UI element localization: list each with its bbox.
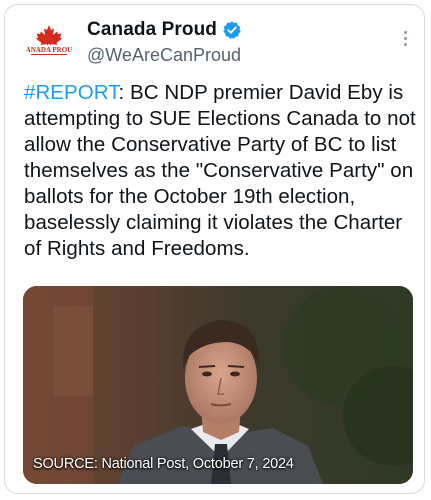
- tweet-header: CANADA PROUD Canada Proud @WeAreCanProud: [5, 5, 424, 75]
- display-name[interactable]: Canada Proud: [87, 19, 217, 41]
- tweet-card[interactable]: CANADA PROUD Canada Proud @WeAreCanProud…: [4, 4, 425, 494]
- more-options-icon[interactable]: [402, 31, 408, 51]
- media-caption: SOURCE: National Post, October 7, 2024: [33, 456, 294, 472]
- author-info: Canada Proud @WeAreCanProud: [87, 18, 242, 66]
- avatar[interactable]: CANADA PROUD: [25, 19, 73, 67]
- verified-badge-icon: [222, 20, 242, 40]
- tweet-media-image[interactable]: SOURCE: National Post, October 7, 2024: [23, 286, 413, 484]
- handle[interactable]: @WeAreCanProud: [87, 45, 242, 66]
- hashtag-link[interactable]: #REPORT: [24, 81, 119, 104]
- avatar-logo-text: CANADA PROUD: [25, 46, 73, 54]
- tweet-body: : BC NDP premier David Eby is attempting…: [24, 81, 416, 260]
- tweet-text: #REPORT: BC NDP premier David Eby is att…: [24, 80, 416, 262]
- canada-proud-logo-icon: CANADA PROUD: [25, 19, 73, 67]
- photo-david-eby: [23, 286, 413, 484]
